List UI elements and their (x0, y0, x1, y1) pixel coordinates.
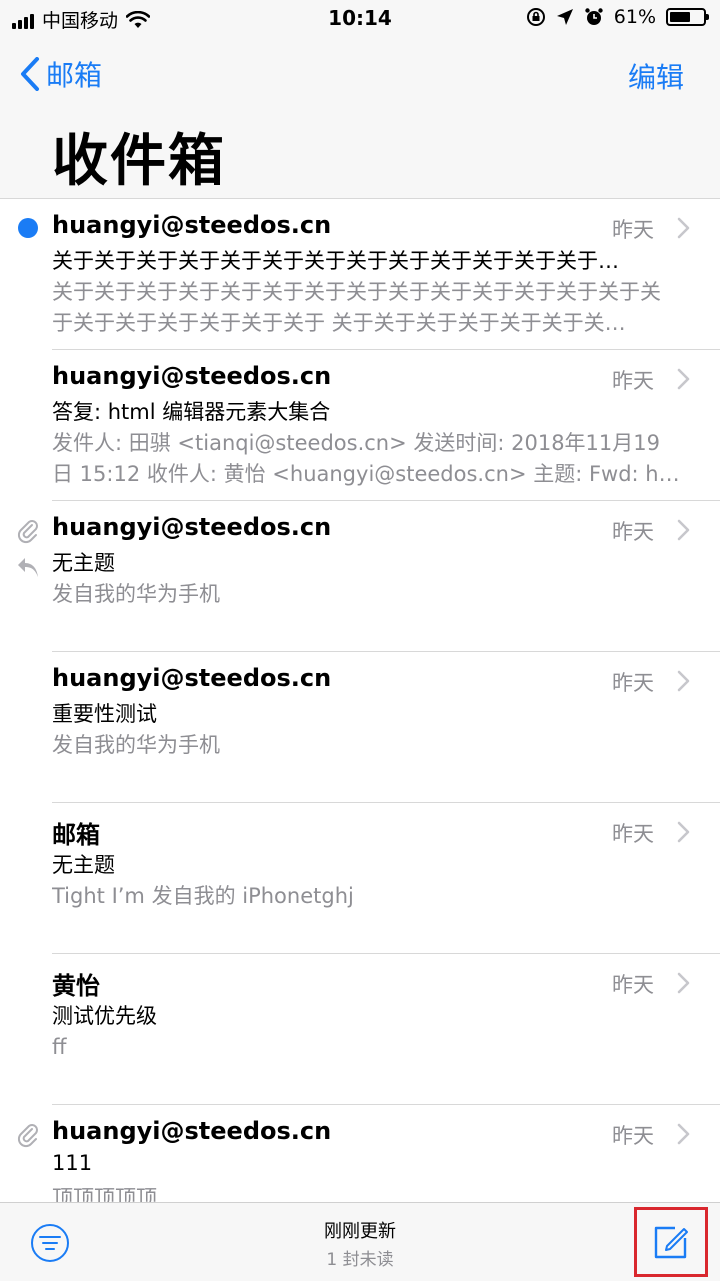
mail-subject: 测试优先级 (52, 1004, 157, 1028)
mail-preview: Tight I’m 发自我的 iPhonetghj (52, 884, 354, 908)
page-title: 收件箱 (52, 129, 226, 194)
mail-subject: 无主题 (52, 853, 115, 877)
status-bar: 中国移动 10:14 61% (0, 0, 720, 40)
navigation-bar: 邮箱 编辑 收件箱 (0, 40, 720, 199)
unread-dot-icon (18, 218, 38, 238)
mail-sender: huangyi@steedos.cn (52, 211, 332, 239)
mail-subject: 111 (52, 1151, 93, 1175)
mail-sender: 邮箱 (52, 821, 100, 849)
battery-percent: 61% (613, 6, 656, 28)
orientation-lock-icon (526, 8, 545, 26)
chevron-right-icon (676, 519, 690, 545)
mail-row[interactable]: huangyi@steedos.cn 昨天答复: html 编辑器元素大集合发件人… (0, 350, 720, 501)
battery-icon (666, 8, 709, 26)
alarm-icon (585, 8, 603, 25)
mail-date: 昨天 (612, 520, 654, 544)
mail-row[interactable]: huangyi@steedos.cn 昨天关于关于关于关于关于关于关于关于关于关于… (0, 199, 720, 350)
mail-subject: 答复: html 编辑器元素大集合 (52, 400, 331, 424)
mail-status-icons (16, 1121, 40, 1153)
chevron-right-icon (676, 821, 690, 847)
mail-preview: 顶顶顶顶顶 (52, 1186, 157, 1202)
mail-sender: 黄怡 (52, 972, 100, 1000)
mail-status-icons (16, 517, 40, 585)
bottom-toolbar: 刚刚更新 1 封未读 (0, 1202, 720, 1281)
status-right: 61% (526, 6, 709, 28)
mail-list: huangyi@steedos.cn 昨天 关于关于关于关于关于关于关于关于关于关于… (0, 199, 720, 1202)
mail-preview: ff (52, 1035, 67, 1059)
mail-row[interactable]: huangyi@steedos.cn 昨天 111 顶顶顶顶顶 (0, 1105, 720, 1202)
mail-date: 昨天 (612, 822, 654, 846)
attachment-icon (16, 1121, 40, 1153)
mail-date: 昨天 (612, 218, 654, 242)
mail-preview: 发自我的华为手机 (52, 733, 220, 757)
chevron-right-icon (676, 1123, 690, 1149)
reply-icon (16, 555, 40, 585)
chevron-left-icon (21, 57, 39, 91)
compose-button[interactable] (634, 1207, 708, 1277)
mailbox-status: 刚刚更新 1 封未读 (0, 1217, 720, 1270)
mail-row[interactable]: 黄怡 昨天测试优先级 ff (0, 954, 720, 1105)
back-button[interactable]: 邮箱 (20, 54, 102, 94)
chevron-right-icon (676, 972, 690, 998)
unread-count: 1 封未读 (326, 1250, 394, 1270)
mail-sender: huangyi@steedos.cn (52, 513, 332, 541)
chevron-right-icon (676, 670, 690, 696)
compose-icon (654, 1226, 688, 1259)
mail-preview: 发件人: 田骐 <tianqi@steedos.cn> 发送时间: 2018年1… (52, 431, 680, 486)
chevron-right-icon (676, 368, 690, 394)
mail-subject: 无主题 (52, 551, 115, 575)
location-icon (556, 9, 573, 25)
mail-preview: 关于关于关于关于关于关于关于关于关于关于关于关于关于关于关于关于关于关于关于关于… (52, 280, 661, 335)
mail-preview: 发自我的华为手机 (52, 582, 220, 606)
mail-sender: huangyi@steedos.cn (52, 1117, 332, 1145)
mail-sender: huangyi@steedos.cn (52, 664, 332, 692)
mail-subject: 重要性测试 (52, 702, 157, 726)
back-label: 邮箱 (46, 59, 103, 92)
mail-date: 昨天 (612, 671, 654, 695)
edit-button[interactable]: 编辑 (628, 56, 684, 96)
mail-date: 昨天 (612, 973, 654, 997)
mail-sender: huangyi@steedos.cn (52, 362, 332, 390)
attachment-icon (16, 517, 40, 549)
mail-row[interactable]: 邮箱 昨天无主题 Tight I’m 发自我的 iPhonetghj (0, 803, 720, 954)
mail-date: 昨天 (612, 1124, 654, 1148)
chevron-right-icon (676, 217, 690, 243)
mail-row[interactable]: huangyi@steedos.cn 昨天无主题发自我的华为手机 (0, 501, 720, 652)
mail-subject: 关于关于关于关于关于关于关于关于关于关于关于关于关于… (52, 249, 619, 273)
mail-row[interactable]: huangyi@steedos.cn 昨天重要性测试发自我的华为手机 (0, 652, 720, 803)
updated-status: 刚刚更新 (324, 1221, 396, 1242)
mail-date: 昨天 (612, 369, 654, 393)
